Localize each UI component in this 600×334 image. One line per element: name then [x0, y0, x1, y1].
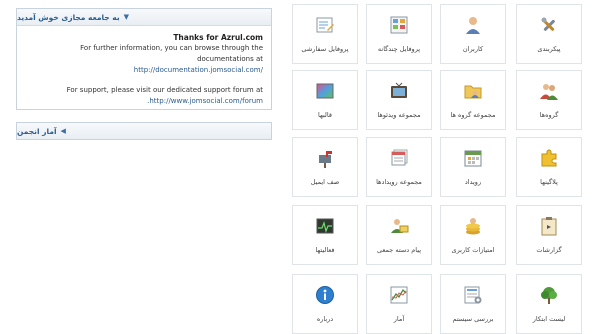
stats-panel-title: آمار انجمن	[17, 126, 57, 136]
statistics-icon	[389, 285, 409, 305]
groups-icon	[539, 81, 559, 101]
documentation-link[interactable]: http://documentation.jomsocial.com/	[25, 65, 263, 76]
tile-label: قالبها	[317, 111, 332, 119]
stats-panel: ◀ آمار انجمن	[16, 122, 272, 140]
tile-label: کاربران	[462, 45, 484, 53]
reports-icon	[539, 216, 559, 236]
stats-panel-header[interactable]: ◀ آمار انجمن	[17, 123, 271, 139]
tile-label: پروفایل چندگانه	[377, 45, 421, 53]
tile-user-points[interactable]: امتیازات کاربری	[440, 205, 506, 265]
tile-system-check[interactable]: بررسی سیستم	[440, 274, 506, 334]
tile-groups[interactable]: گروه‌ها	[516, 70, 582, 130]
tile-custom-profile[interactable]: پروفایل سفارشی	[292, 4, 358, 64]
tile-mass-message[interactable]: پیام دسته جمعی	[366, 205, 432, 265]
tile-label: پیکربندی	[537, 45, 561, 53]
tile-video-categories[interactable]: مجموعه ویدئوها	[366, 70, 432, 130]
tile-templates[interactable]: قالبها	[292, 70, 358, 130]
event-icon	[463, 148, 483, 168]
tile-event-categories[interactable]: مجموعه رویدادها	[366, 137, 432, 197]
collapse-arrow-icon[interactable]: ▼	[124, 13, 129, 21]
tile-tree-list[interactable]: لیست ابتکار	[516, 274, 582, 334]
tile-about[interactable]: درباره	[292, 274, 358, 334]
tile-event[interactable]: رویداد	[440, 137, 506, 197]
templates-icon	[315, 81, 335, 101]
tile-label: امتیازات کاربری	[451, 246, 495, 254]
tile-users[interactable]: کاربران	[440, 4, 506, 64]
thanks-text: Thanks for Azrul.com	[173, 33, 263, 42]
tile-label: گروه‌ها	[539, 111, 559, 119]
tile-mail-queue[interactable]: صف ایمیل	[292, 137, 358, 197]
tile-label: مجموعه گروه ها	[450, 111, 496, 119]
tile-label: فعالیتها	[315, 246, 335, 254]
user-icon	[463, 15, 483, 35]
support-text: For support, please visit our dedicated …	[66, 86, 263, 94]
forum-link[interactable]: .http://www.jomsocial.com/forum	[25, 96, 263, 107]
tile-label: صف ایمیل	[310, 178, 340, 186]
tile-label: لیست ابتکار	[532, 315, 566, 323]
welcome-panel-body: Thanks for Azrul.com For further informa…	[17, 26, 271, 113]
tile-label: آمار	[393, 315, 405, 323]
event-category-icon	[389, 148, 409, 168]
tile-label: پلاگینها	[540, 178, 558, 186]
tile-label: مجموعه ویدئوها	[377, 111, 421, 119]
tile-label: گزارشات	[536, 246, 562, 254]
custom-profile-icon	[315, 15, 335, 35]
tile-label: مجموعه رویدادها	[376, 178, 422, 186]
tile-multiprofile[interactable]: پروفایل چندگانه	[366, 4, 432, 64]
multiprofile-icon	[389, 15, 409, 35]
tile-label: درباره	[316, 315, 334, 323]
tile-activities[interactable]: فعالیتها	[292, 205, 358, 265]
tile-label: پروفایل سفارشی	[301, 45, 349, 53]
activities-icon	[315, 216, 335, 236]
system-check-icon	[463, 285, 483, 305]
welcome-panel-title: به جامعه مجازی خوش آمدید	[17, 12, 120, 22]
group-category-icon	[463, 81, 483, 101]
tile-group-categories[interactable]: مجموعه گروه ها	[440, 70, 506, 130]
tile-label: رویداد	[464, 178, 482, 186]
tile-statistics[interactable]: آمار	[366, 274, 432, 334]
tools-icon	[539, 15, 559, 35]
mailbox-icon	[315, 148, 335, 168]
documentation-text: For further information, you can browse …	[80, 44, 263, 63]
tree-icon	[539, 285, 559, 305]
info-icon	[315, 285, 335, 305]
userpoints-icon	[463, 216, 483, 236]
tile-reports[interactable]: گزارشات	[516, 205, 582, 265]
expand-arrow-icon[interactable]: ◀	[61, 127, 66, 135]
welcome-panel: ▼ به جامعه مجازی خوش آمدید Thanks for Az…	[16, 8, 272, 110]
tile-label: پیام دسته جمعی	[376, 246, 422, 254]
welcome-panel-header[interactable]: ▼ به جامعه مجازی خوش آمدید	[17, 9, 271, 26]
mass-message-icon	[389, 216, 409, 236]
tile-plugins[interactable]: پلاگینها	[516, 137, 582, 197]
tile-label: بررسی سیستم	[452, 315, 494, 323]
video-category-icon	[389, 81, 409, 101]
tile-configuration[interactable]: پیکربندی	[516, 4, 582, 64]
plugins-icon	[539, 148, 559, 168]
